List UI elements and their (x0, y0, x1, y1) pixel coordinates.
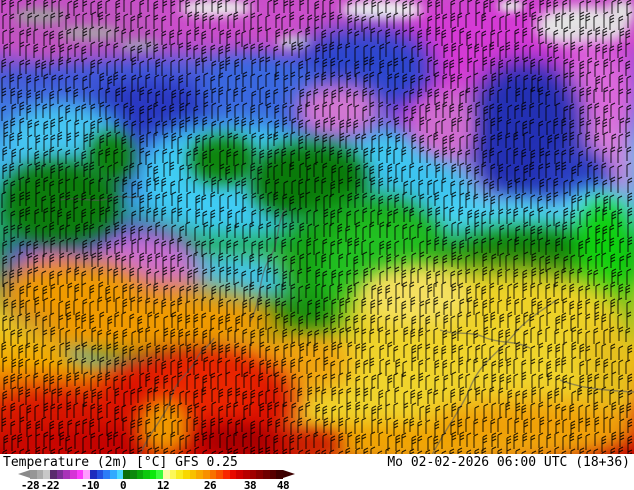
scale-segment (196, 470, 204, 479)
wind-barbs-layer (1, 0, 633, 454)
scale-tick-label: -22 (40, 479, 60, 490)
scale-segment (223, 470, 230, 479)
scale-segment (149, 470, 157, 479)
scale-segment (116, 470, 124, 479)
scale-tick-label: 26 (203, 479, 217, 490)
scale-tick-label: -10 (80, 479, 100, 490)
scale-segment (163, 470, 170, 479)
scale-tick-label: 12 (156, 479, 170, 490)
scale-segment (243, 470, 250, 479)
color-scale (18, 470, 295, 479)
scale-segment (103, 470, 110, 479)
scale-segment (76, 470, 84, 479)
weather-map-screen: Temperature (2m) [°C] GFS 0.25 Mo 02-02-… (0, 0, 634, 490)
scale-segment (69, 470, 77, 479)
wind-barbs (1, 0, 633, 454)
scale-segment (136, 470, 144, 479)
scale-segment (123, 470, 130, 479)
scale-segment (256, 470, 263, 479)
scale-segment (63, 470, 70, 479)
scale-segment (183, 470, 190, 479)
scale-segment (83, 470, 90, 479)
scale-segment (36, 470, 44, 479)
legend-bar: Temperature (2m) [°C] GFS 0.25 Mo 02-02-… (0, 454, 634, 490)
scale-segment (43, 470, 50, 479)
legend-datetime: Mo 02-02-2026 06:00 UTC (18+36) (387, 455, 630, 470)
scale-tick-label: 38 (243, 479, 257, 490)
scale-segment (262, 470, 270, 479)
scale-segment (249, 470, 257, 479)
scale-tick-label: 48 (276, 479, 290, 490)
scale-segment (269, 470, 277, 479)
scale-segment (276, 470, 283, 479)
scale-segment (96, 470, 104, 479)
scale-arrow-right-icon (283, 470, 295, 478)
scale-segment (176, 470, 184, 479)
scale-segment (229, 470, 237, 479)
scale-segment (49, 470, 57, 479)
temperature-map (0, 0, 634, 454)
scale-segment (236, 470, 243, 479)
scale-segment (56, 470, 64, 479)
scale-tick-label: 0 (119, 479, 127, 490)
scale-segment (189, 470, 197, 479)
scale-segment (169, 470, 177, 479)
scale-segment (129, 470, 137, 479)
scale-segment (109, 470, 117, 479)
scale-segment (30, 470, 37, 479)
scale-segments (30, 470, 283, 479)
scale-tick-labels: -28 -22 -10 0 12 26 38 48 (18, 479, 318, 490)
scale-segment (203, 470, 210, 479)
scale-segment (216, 470, 224, 479)
scale-segment (143, 470, 150, 479)
scale-segment (89, 470, 97, 479)
scale-tick-label: -28 (20, 479, 40, 490)
scale-arrow-left-icon (18, 470, 30, 478)
legend-title: Temperature (2m) [°C] GFS 0.25 (3, 455, 238, 470)
scale-segment (209, 470, 217, 479)
scale-segment (156, 470, 164, 479)
